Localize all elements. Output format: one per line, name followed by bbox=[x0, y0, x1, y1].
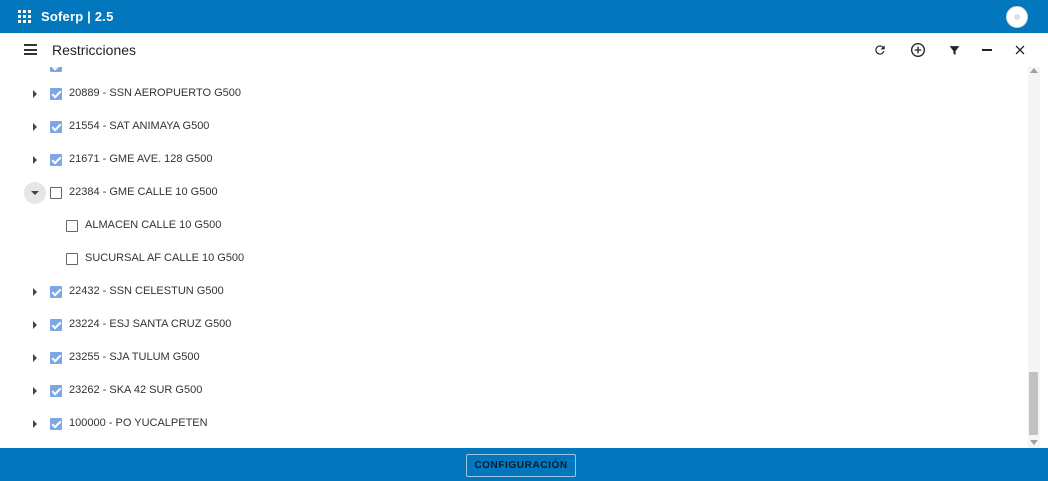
refresh-button[interactable] bbox=[869, 39, 891, 61]
tree-list: 20889 - SSN AEROPUERTO G500 21554 - SAT … bbox=[0, 67, 1028, 448]
expand-toggle[interactable] bbox=[24, 149, 46, 171]
add-circle-icon bbox=[911, 43, 925, 57]
tree-row-label: SUCURSAL AF CALLE 10 G500 bbox=[85, 252, 245, 264]
caret-right-icon bbox=[33, 156, 37, 164]
footer-bar: CONFIGURACIÓN bbox=[0, 448, 1048, 481]
expand-toggle[interactable] bbox=[24, 314, 46, 336]
vertical-scrollbar[interactable] bbox=[1028, 67, 1040, 448]
caret-down-icon bbox=[31, 191, 39, 195]
tree-row: 21671 - GME AVE. 128 G500 bbox=[0, 143, 1028, 176]
tree-row-label: 20889 - SSN AEROPUERTO G500 bbox=[69, 87, 242, 99]
expand-toggle[interactable] bbox=[24, 116, 46, 138]
page-gutter bbox=[1040, 67, 1048, 448]
tree-row-label: 22432 - SSN CELESTUN G500 bbox=[69, 285, 224, 297]
tree-checkbox[interactable] bbox=[50, 154, 62, 166]
tree-row-label: 23224 - ESJ SANTA CRUZ G500 bbox=[69, 318, 232, 330]
tree-child-row: ALMACEN CALLE 10 G500 bbox=[0, 209, 1028, 242]
tree-row: 23262 - SKA 42 SUR G500 bbox=[0, 374, 1028, 407]
expand-toggle[interactable] bbox=[24, 347, 46, 369]
close-icon bbox=[1015, 45, 1025, 55]
refresh-icon bbox=[875, 45, 885, 55]
caret-right-icon bbox=[33, 321, 37, 329]
tree-row-label: 23262 - SKA 42 SUR G500 bbox=[69, 384, 203, 396]
configuration-button[interactable]: CONFIGURACIÓN bbox=[466, 454, 576, 477]
app-title: Soferp | 2.5 bbox=[41, 9, 114, 24]
apps-grid-icon[interactable] bbox=[18, 10, 31, 23]
caret-right-icon bbox=[33, 123, 37, 131]
expand-toggle[interactable] bbox=[24, 83, 46, 105]
caret-right-icon bbox=[33, 387, 37, 395]
caret-right-icon bbox=[33, 420, 37, 428]
tree-row-label: 23255 - SJA TULUM G500 bbox=[69, 351, 200, 363]
tree-checkbox[interactable] bbox=[66, 220, 78, 232]
tree-row-label: 22384 - GME CALLE 10 G500 bbox=[69, 186, 218, 198]
add-button[interactable] bbox=[907, 39, 929, 61]
tree-checkbox[interactable] bbox=[50, 121, 62, 133]
menu-icon[interactable] bbox=[24, 44, 37, 55]
scroll-up-arrow-icon[interactable] bbox=[1030, 68, 1038, 73]
tree-checkbox[interactable] bbox=[50, 187, 62, 199]
tree-child-row: SUCURSAL AF CALLE 10 G500 bbox=[0, 242, 1028, 275]
tree-checkbox[interactable] bbox=[50, 88, 62, 100]
caret-right-icon bbox=[33, 354, 37, 362]
close-button[interactable] bbox=[1009, 39, 1031, 61]
caret-right-icon bbox=[33, 90, 37, 98]
tree-row: 22432 - SSN CELESTUN G500 bbox=[0, 275, 1028, 308]
tree-row: 23255 - SJA TULUM G500 bbox=[0, 341, 1028, 374]
filter-icon bbox=[949, 45, 959, 55]
caret-right-icon bbox=[33, 288, 37, 296]
scroll-down-arrow-icon[interactable] bbox=[1030, 440, 1038, 445]
minimize-button[interactable] bbox=[976, 39, 998, 61]
tree-checkbox[interactable] bbox=[50, 286, 62, 298]
tree-checkbox[interactable] bbox=[50, 319, 62, 331]
tree-row-label: 100000 - PO YUCALPETEN bbox=[69, 417, 208, 429]
tree-row: 100000 - PO YUCALPETEN bbox=[0, 407, 1028, 440]
page-toolbar: Restricciones bbox=[0, 33, 1048, 67]
tree-row-label: ALMACEN CALLE 10 G500 bbox=[85, 219, 222, 231]
tree-row-label: 21671 - GME AVE. 128 G500 bbox=[69, 153, 213, 165]
filter-button[interactable] bbox=[943, 39, 965, 61]
app-header: Soferp | 2.5 bbox=[0, 0, 1048, 33]
scroll-thumb[interactable] bbox=[1029, 372, 1038, 435]
tree-checkbox[interactable] bbox=[50, 385, 62, 397]
tree-checkbox[interactable] bbox=[50, 418, 62, 430]
tree-row: 20889 - SSN AEROPUERTO G500 bbox=[0, 77, 1028, 110]
tree-checkbox[interactable] bbox=[50, 352, 62, 364]
minimize-icon bbox=[982, 49, 992, 51]
tree-row: 22384 - GME CALLE 10 G500 bbox=[0, 176, 1028, 209]
page-title: Restricciones bbox=[52, 42, 137, 58]
expand-toggle[interactable] bbox=[24, 281, 46, 303]
tree-checkbox[interactable] bbox=[50, 67, 62, 72]
tree-row-label: 21554 - SAT ANIMAYA G500 bbox=[69, 120, 210, 132]
tree-checkbox[interactable] bbox=[66, 253, 78, 265]
collapse-toggle[interactable] bbox=[24, 182, 46, 204]
tree-row: 23224 - ESJ SANTA CRUZ G500 bbox=[0, 308, 1028, 341]
expand-toggle[interactable] bbox=[24, 380, 46, 402]
expand-toggle[interactable] bbox=[24, 413, 46, 435]
tree-row: 21554 - SAT ANIMAYA G500 bbox=[0, 110, 1028, 143]
user-avatar[interactable] bbox=[1006, 6, 1028, 28]
